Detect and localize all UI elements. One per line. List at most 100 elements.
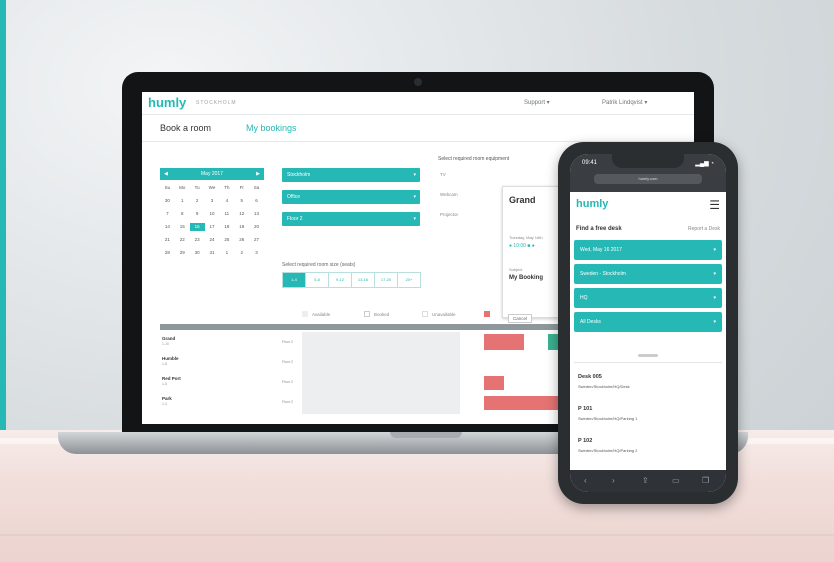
share-icon[interactable]: ⇪ (642, 476, 649, 485)
humly-logo[interactable]: humly (576, 198, 608, 210)
calendar-day[interactable]: 6 (249, 197, 264, 205)
calendar-day[interactable]: 30 (160, 197, 175, 205)
building-select[interactable]: Office (282, 190, 420, 204)
desk-path: Sweden/Stockholm/HQ/Desk (578, 384, 630, 389)
calendar-day[interactable]: 7 (160, 210, 175, 218)
desk-type-select[interactable]: All Desks (574, 312, 722, 332)
calendar-month: May 2017 (201, 171, 223, 177)
calendar-day[interactable]: 18 (219, 223, 234, 231)
panel-time-range[interactable]: ● 10:00 ■ ● (509, 243, 535, 249)
booking-block[interactable] (484, 396, 564, 410)
back-icon[interactable]: ‹ (584, 476, 587, 485)
calendar-day[interactable]: 4 (219, 197, 234, 205)
calendar-day[interactable]: 8 (175, 210, 190, 218)
url-field[interactable]: humly.com (594, 174, 702, 184)
calendar-day[interactable]: 19 (234, 223, 249, 231)
cancel-button[interactable]: Cancel (508, 314, 533, 323)
legend-unavailable: Unavailable (432, 312, 456, 317)
panel-room-title: Grand (509, 195, 536, 205)
calendar-day[interactable]: 21 (160, 236, 175, 244)
prev-month-icon[interactable]: ◀ (164, 171, 168, 177)
desk-name[interactable]: Desk 005 (578, 374, 602, 380)
panel-subject-input[interactable]: My Booking (509, 275, 543, 281)
calendar-day[interactable]: 11 (219, 210, 234, 218)
browser-toolbar: ‹ › ⇪ ▭ ❐ (570, 470, 726, 492)
panel-date: Tuesday, May 16th (509, 235, 543, 240)
support-menu[interactable]: Support ▾ (524, 99, 550, 106)
equipment-webcam[interactable]: Webcam (440, 192, 458, 197)
tab-book-a-room[interactable]: Book a room (160, 123, 211, 133)
calendar-day[interactable]: 3 (205, 197, 220, 205)
calendar-day[interactable]: 14 (160, 223, 175, 231)
calendar-day[interactable]: 2 (234, 249, 249, 257)
hamburger-menu-icon[interactable]: ☰ (709, 198, 720, 212)
legend-booked: Booked (374, 312, 390, 317)
next-month-icon[interactable]: ▶ (256, 171, 260, 177)
date-select[interactable]: Wed, May 16 2017 (574, 240, 722, 260)
capacity-label: Select required room size (seats) (282, 262, 356, 268)
legend-available-swatch (302, 311, 308, 317)
calendar-day[interactable]: 29 (175, 249, 190, 257)
divider (574, 362, 722, 363)
tab-my-bookings[interactable]: My bookings (246, 123, 297, 133)
room-name[interactable]: Red Port (162, 376, 181, 381)
capacity-option[interactable]: 20+ (397, 272, 421, 288)
desk-name[interactable]: P 101 (578, 406, 592, 412)
forward-icon[interactable]: › (612, 476, 615, 485)
phone-screen: 09:41 ▂▄▆ ◔ humly.com humly ☰ Find a fre… (570, 154, 726, 492)
calendar-day[interactable]: 2 (190, 197, 205, 205)
calendar-day[interactable]: 12 (234, 210, 249, 218)
calendar-day[interactable]: 3 (249, 249, 264, 257)
city-select[interactable]: Stockholm (282, 168, 420, 182)
capacity-option[interactable]: 9-12 (328, 272, 352, 288)
calendar-day[interactable]: 10 (205, 210, 220, 218)
calendar-day[interactable]: 9 (190, 210, 205, 218)
collapse-handle[interactable] (638, 354, 658, 357)
calendar-day[interactable]: 17 (205, 223, 220, 231)
desk-name[interactable]: P 102 (578, 438, 592, 444)
calendar-day-selected[interactable]: 16 (189, 223, 205, 231)
room-name[interactable]: Park (162, 396, 172, 401)
equipment-tv[interactable]: TV (440, 172, 446, 177)
floor-select[interactable]: Floor 2 (282, 212, 420, 226)
calendar-day[interactable]: 30 (190, 249, 205, 257)
humly-logo[interactable]: humly (148, 95, 186, 110)
user-menu[interactable]: Patrik Lindqvist ▾ (602, 99, 647, 106)
calendar-day[interactable]: 28 (160, 249, 175, 257)
calendar-day[interactable]: 22 (175, 236, 190, 244)
calendar-day[interactable]: 23 (190, 236, 205, 244)
calendar-day[interactable]: 1 (219, 249, 234, 257)
calendar-day[interactable]: 27 (249, 236, 264, 244)
calendar-grid: Su Mo Tu We Th Fr Sa 30 1 2 3 4 5 6 7 8 … (160, 184, 264, 257)
capacity-option[interactable]: 5-8 (305, 272, 329, 288)
calendar-day[interactable]: 5 (234, 197, 249, 205)
report-desk-link[interactable]: Report a Desk (688, 226, 720, 232)
tabs-icon[interactable]: ❐ (702, 476, 709, 485)
calendar-day[interactable]: 20 (249, 223, 264, 231)
weekday-label: We (208, 185, 216, 190)
calendar-day[interactable]: 25 (219, 236, 234, 244)
room-name[interactable]: Humble (162, 356, 179, 361)
capacity-option[interactable]: 13-16 (351, 272, 375, 288)
bookmarks-icon[interactable]: ▭ (672, 476, 680, 485)
calendar-day[interactable]: 13 (249, 210, 264, 218)
page-title: Find a free desk (576, 226, 622, 232)
tab-bar: Book a room My bookings (142, 115, 694, 142)
room-size: 1-4 (162, 402, 168, 406)
location-select[interactable]: Sweden - Stockholm (574, 264, 722, 284)
calendar-day[interactable]: 15 (175, 223, 190, 231)
room-name[interactable]: Grand (162, 336, 175, 341)
calendar-day[interactable]: 31 (205, 249, 220, 257)
building-select[interactable]: HQ (574, 288, 722, 308)
capacity-option[interactable]: 17-20 (374, 272, 398, 288)
booking-block[interactable] (484, 376, 504, 390)
location-label: STOCKHOLM (196, 100, 237, 106)
calendar-day[interactable]: 26 (234, 236, 249, 244)
capacity-option[interactable]: 1-4 (282, 272, 306, 288)
weekday-label: Sa (253, 185, 260, 190)
calendar-day[interactable]: 1 (175, 197, 190, 205)
booking-block[interactable] (484, 334, 524, 350)
calendar-day[interactable]: 24 (205, 236, 220, 244)
desk-path: Sweden/Stockholm/HQ/Parking 2 (578, 448, 638, 453)
equipment-projector[interactable]: Projector (440, 212, 458, 217)
